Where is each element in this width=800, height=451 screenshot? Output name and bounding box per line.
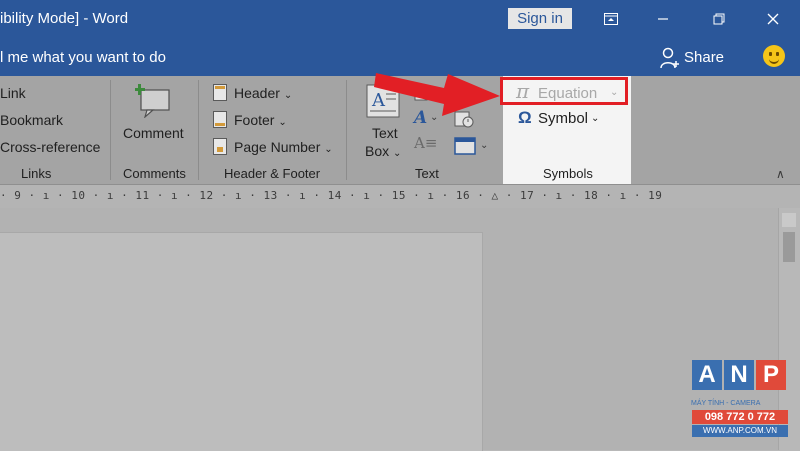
chevron-down-icon: ⌄	[283, 90, 293, 101]
minimize-icon	[658, 18, 668, 20]
group-divider	[110, 80, 111, 180]
minimize-button[interactable]	[648, 6, 678, 32]
omega-icon: Ω	[518, 108, 532, 127]
restore-icon	[713, 13, 725, 25]
document-page[interactable]	[0, 232, 483, 451]
text-box-button[interactable]: Box ⌄	[365, 143, 401, 159]
comments-group-title: Comments	[123, 166, 186, 181]
group-divider	[198, 80, 199, 180]
smiley-eye	[776, 52, 779, 56]
symbol-button[interactable]: Symbol	[538, 110, 588, 127]
logo-letter: N	[724, 360, 754, 390]
share-button[interactable]: Share	[684, 49, 724, 66]
page-number-label: Page Number	[234, 139, 321, 155]
footer-icon	[213, 111, 227, 128]
sign-in-button[interactable]: Sign in	[508, 8, 572, 29]
window-title: ibility Mode] - Word	[0, 10, 129, 27]
equation-highlight-box	[500, 77, 628, 105]
links-group-title: Links	[21, 166, 52, 181]
close-icon	[767, 13, 779, 25]
chevron-down-icon: ⌄	[278, 117, 287, 128]
smiley-mouth	[769, 57, 779, 64]
comment-button[interactable]: Comment	[123, 125, 184, 141]
watermark-phone: 098 772 0 772	[692, 410, 788, 424]
scroll-up-button[interactable]	[782, 213, 796, 227]
ribbon-display-icon	[604, 13, 618, 25]
restore-button[interactable]	[704, 6, 734, 32]
drop-cap-icon[interactable]: A≡	[414, 134, 437, 152]
red-pointer-arrow-icon	[374, 73, 500, 116]
tell-me-search[interactable]: l me what you want to do	[0, 49, 166, 66]
close-button[interactable]	[758, 6, 788, 32]
header-label: Header	[234, 85, 280, 101]
link-button[interactable]: Link	[0, 85, 26, 101]
ruler-scale: · 9 · ı · 10 · ı · 11 · ı · 12 · ı · 13 …	[0, 189, 663, 202]
new-comment-icon[interactable]	[135, 82, 173, 118]
share-person-icon[interactable]	[660, 47, 680, 69]
bookmark-button[interactable]: Bookmark	[0, 112, 63, 128]
symbols-group-title: Symbols	[543, 166, 593, 181]
watermark-website: WWW.ANP.COM.VN	[692, 425, 788, 437]
watermark-tagline: MÁY TÍNH - CAMERA	[691, 400, 761, 407]
header-icon	[213, 84, 227, 101]
text-group-title: Text	[415, 166, 439, 181]
collapse-ribbon-icon[interactable]: ∧	[776, 167, 785, 181]
text-box-label-line2: Box	[365, 143, 390, 159]
feedback-smiley-icon[interactable]	[763, 45, 785, 67]
header-button[interactable]: Header ⌄	[234, 85, 292, 101]
cross-reference-button[interactable]: Cross-reference	[0, 139, 100, 155]
object-icon[interactable]	[454, 137, 476, 155]
chevron-down-icon: ⌄	[591, 113, 600, 124]
header-footer-group-title: Header & Footer	[224, 166, 321, 181]
group-divider	[346, 80, 347, 180]
chevron-down-icon: ⌄	[393, 148, 402, 159]
page-number-icon	[213, 138, 227, 155]
text-box-label-line1[interactable]: Text	[372, 125, 398, 141]
page-number-button[interactable]: Page Number ⌄	[234, 139, 333, 155]
footer-label: Footer	[234, 112, 275, 128]
ribbon-display-options-button[interactable]	[596, 6, 626, 32]
smiley-eye	[769, 52, 772, 56]
logo-letter: A	[692, 360, 722, 390]
logo-letter: P	[756, 360, 786, 390]
chevron-down-icon: ⌄	[480, 140, 489, 151]
chevron-down-icon: ⌄	[324, 144, 333, 155]
footer-button[interactable]: Footer ⌄	[234, 112, 287, 128]
scroll-thumb[interactable]	[783, 232, 795, 262]
